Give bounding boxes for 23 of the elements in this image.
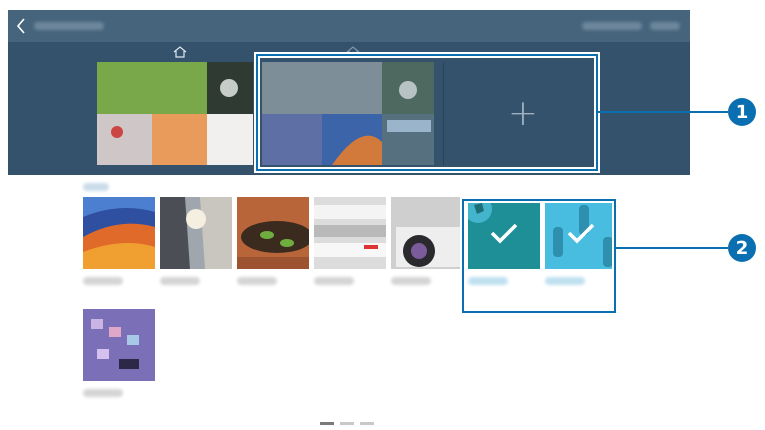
wallpaper-tile[interactable]	[237, 197, 309, 269]
blurred-label	[83, 277, 123, 285]
callout-badge: 1	[728, 98, 756, 126]
blurred-label	[468, 277, 508, 285]
blurred-label	[314, 277, 354, 285]
blurred-label	[83, 389, 123, 397]
check-icon	[489, 222, 519, 244]
add-page-button[interactable]: +	[443, 62, 602, 165]
blurred-heading	[83, 183, 109, 191]
blurred-label	[545, 277, 585, 285]
check-icon	[566, 222, 596, 244]
home-icon[interactable]	[172, 46, 188, 58]
blurred-label	[391, 277, 431, 285]
wallpaper-tile[interactable]	[160, 197, 232, 269]
back-icon[interactable]	[16, 18, 26, 34]
wallpaper-tile[interactable]	[83, 197, 155, 269]
blurred-label	[160, 277, 200, 285]
wallpaper-tile[interactable]	[314, 197, 386, 269]
blurred-title	[34, 22, 104, 30]
callout-badge: 2	[728, 234, 756, 262]
wallpaper-tile[interactable]	[391, 197, 463, 269]
wallpaper-tile[interactable]	[83, 309, 155, 381]
blurred-label	[237, 277, 277, 285]
